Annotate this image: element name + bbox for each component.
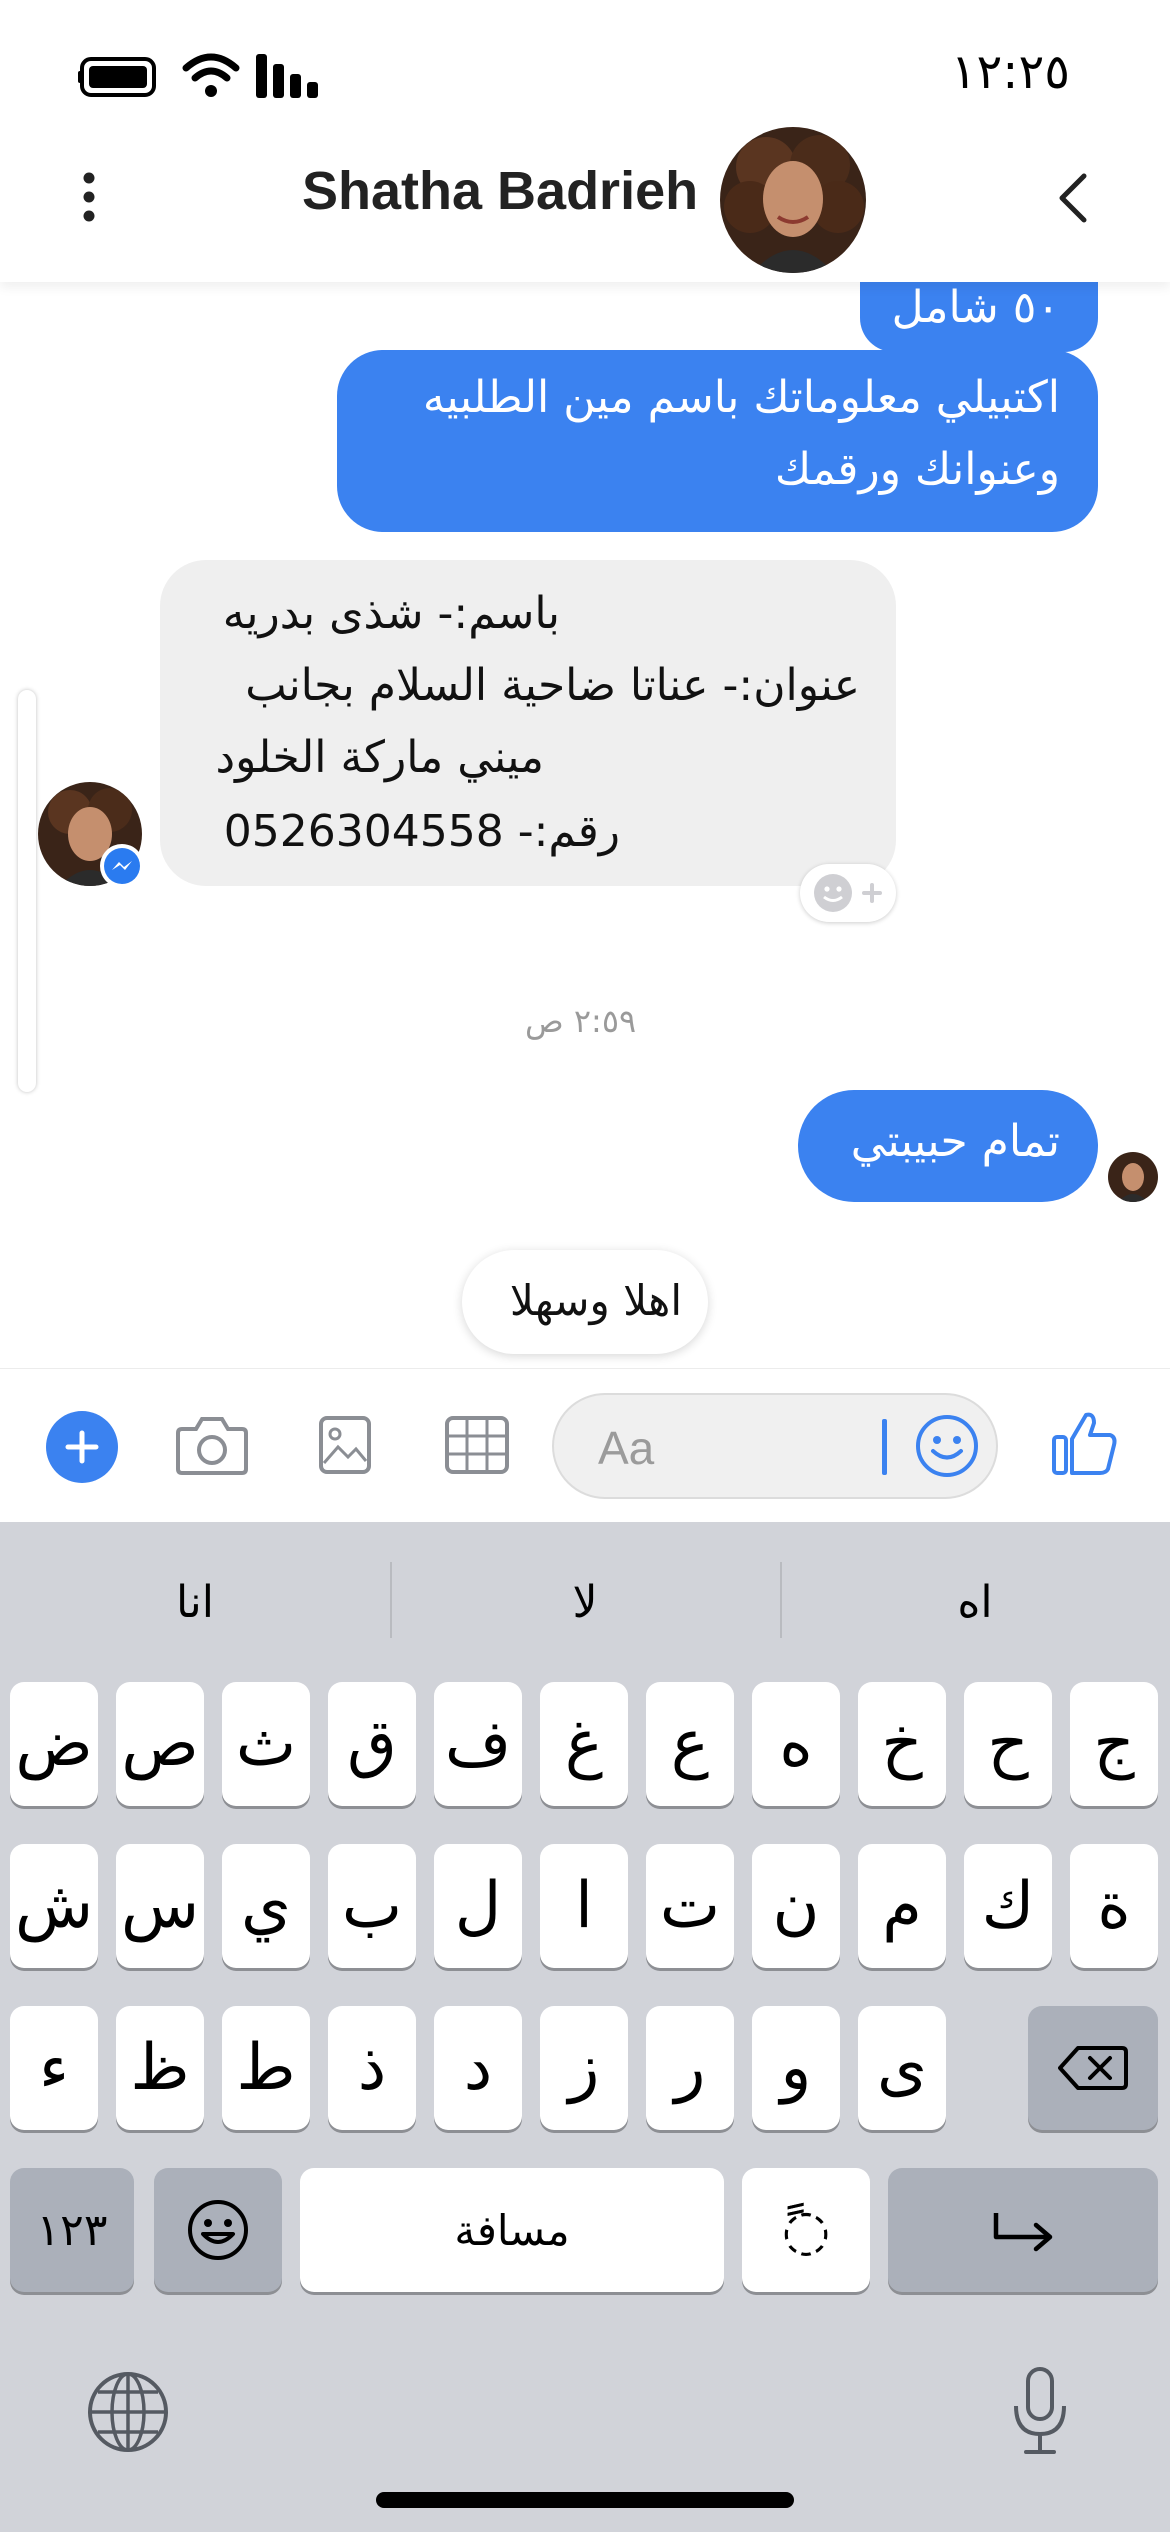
- return-key[interactable]: [888, 2168, 1158, 2292]
- globe-icon[interactable]: [86, 2370, 170, 2454]
- key[interactable]: ي: [222, 1844, 310, 1968]
- key[interactable]: غ: [540, 1682, 628, 1806]
- key[interactable]: م: [858, 1844, 946, 1968]
- contact-name[interactable]: Shatha Badrieh: [302, 160, 698, 222]
- emoji-icon[interactable]: [914, 1413, 980, 1479]
- key[interactable]: ع: [646, 1682, 734, 1806]
- key[interactable]: ز: [540, 2006, 628, 2130]
- more-options-icon[interactable]: [78, 172, 100, 222]
- messenger-badge-icon: [100, 844, 144, 888]
- home-indicator: [376, 2492, 794, 2508]
- key[interactable]: ا: [540, 1844, 628, 1968]
- message-text: ٥٠ شامل: [891, 282, 1060, 333]
- composer-bar: Aa: [0, 1368, 1170, 1523]
- key[interactable]: ه: [752, 1682, 840, 1806]
- key[interactable]: و: [752, 2006, 840, 2130]
- numbers-key[interactable]: ١٢٣: [10, 2168, 134, 2292]
- diacritic-key[interactable]: ًً◌: [742, 2168, 870, 2292]
- key[interactable]: خ: [858, 1682, 946, 1806]
- key[interactable]: ج: [1070, 1682, 1158, 1806]
- camera-icon[interactable]: [176, 1413, 248, 1477]
- key[interactable]: ل: [434, 1844, 522, 1968]
- key[interactable]: ح: [964, 1682, 1052, 1806]
- sent-message[interactable]: اكتبيلي معلوماتك باسم مين الطلبيه وعنوان…: [337, 350, 1098, 532]
- key[interactable]: ق: [328, 1682, 416, 1806]
- received-message[interactable]: باسم:- شذى بدريه عنوان:- عناتا ضاحية الس…: [160, 560, 896, 886]
- battery-icon: [78, 57, 156, 97]
- message-text-line: عنوان:- عناتا ضاحية السلام بجانب: [245, 660, 860, 711]
- wifi-icon: [182, 53, 240, 97]
- key[interactable]: ر: [646, 2006, 734, 2130]
- microphone-icon[interactable]: [1010, 2366, 1070, 2456]
- suggestion-item[interactable]: اه: [780, 1562, 1170, 1642]
- message-text-line: وعنوانك ورقمك: [774, 444, 1060, 495]
- suggestion-item[interactable]: انا: [0, 1562, 390, 1642]
- backspace-key[interactable]: [1028, 2006, 1158, 2130]
- key[interactable]: ى: [858, 2006, 946, 2130]
- contact-avatar[interactable]: [720, 127, 866, 273]
- message-input[interactable]: Aa: [552, 1393, 998, 1499]
- backspace-icon: [1058, 2046, 1128, 2090]
- space-key[interactable]: مسافة: [300, 2168, 724, 2292]
- key[interactable]: ك: [964, 1844, 1052, 1968]
- suggestion-item[interactable]: لا: [390, 1562, 780, 1642]
- key[interactable]: ء: [10, 2006, 98, 2130]
- key[interactable]: ت: [646, 1844, 734, 1968]
- status-bar: ١٢:٢٥: [0, 0, 1170, 130]
- key[interactable]: ة: [1070, 1844, 1158, 1968]
- signal-icon: [256, 54, 318, 98]
- status-time: ١٢:٢٥: [950, 44, 1070, 100]
- sent-message[interactable]: تمام حبيبتي: [798, 1090, 1098, 1202]
- scroll-indicator[interactable]: [18, 690, 36, 1092]
- key[interactable]: ص: [116, 1682, 204, 1806]
- back-chevron-icon[interactable]: [1058, 172, 1088, 224]
- quick-reply-chip[interactable]: اهلا وسهلا: [462, 1250, 708, 1354]
- key[interactable]: ذ: [328, 2006, 416, 2130]
- return-icon: [993, 2213, 1053, 2252]
- message-text-line: باسم:- شذى بدريه: [222, 588, 560, 639]
- add-reaction-button[interactable]: [800, 864, 896, 922]
- message-text-line: ميني ماركة الخلود: [215, 732, 544, 783]
- emoji-key[interactable]: [154, 2168, 282, 2292]
- message-input-placeholder: Aa: [598, 1422, 655, 1474]
- key[interactable]: ن: [752, 1844, 840, 1968]
- like-thumb-icon[interactable]: [1052, 1409, 1118, 1477]
- key[interactable]: ث: [222, 1682, 310, 1806]
- message-text: تمام حبيبتي: [850, 1116, 1060, 1167]
- key[interactable]: ط: [222, 2006, 310, 2130]
- text-cursor: [882, 1419, 887, 1475]
- message-text-line: رقم:- 0526304558: [223, 806, 620, 857]
- message-timestamp: ٢:٥٩ ص: [525, 1002, 637, 1040]
- plus-icon: [65, 1430, 99, 1464]
- quick-reply-label: اهلا وسهلا: [509, 1276, 682, 1325]
- message-list[interactable]: ٥٠ شامل اكتبيلي معلوماتك باسم مين الطلبي…: [0, 282, 1170, 1368]
- more-actions-button[interactable]: [46, 1411, 118, 1483]
- read-receipt-avatar: [1108, 1152, 1158, 1202]
- key[interactable]: ب: [328, 1844, 416, 1968]
- key[interactable]: د: [434, 2006, 522, 2130]
- gallery-icon[interactable]: [318, 1415, 372, 1475]
- smiley-plus-icon: [814, 874, 882, 912]
- key[interactable]: ظ: [116, 2006, 204, 2130]
- key[interactable]: ف: [434, 1682, 522, 1806]
- sticker-grid-icon[interactable]: [444, 1415, 510, 1475]
- emoji-icon: [188, 2200, 248, 2260]
- key[interactable]: س: [116, 1844, 204, 1968]
- sent-message-partial[interactable]: ٥٠ شامل: [860, 282, 1098, 352]
- key[interactable]: ش: [10, 1844, 98, 1968]
- key[interactable]: ض: [10, 1682, 98, 1806]
- message-text-line: اكتبيلي معلوماتك باسم مين الطلبيه: [422, 372, 1060, 423]
